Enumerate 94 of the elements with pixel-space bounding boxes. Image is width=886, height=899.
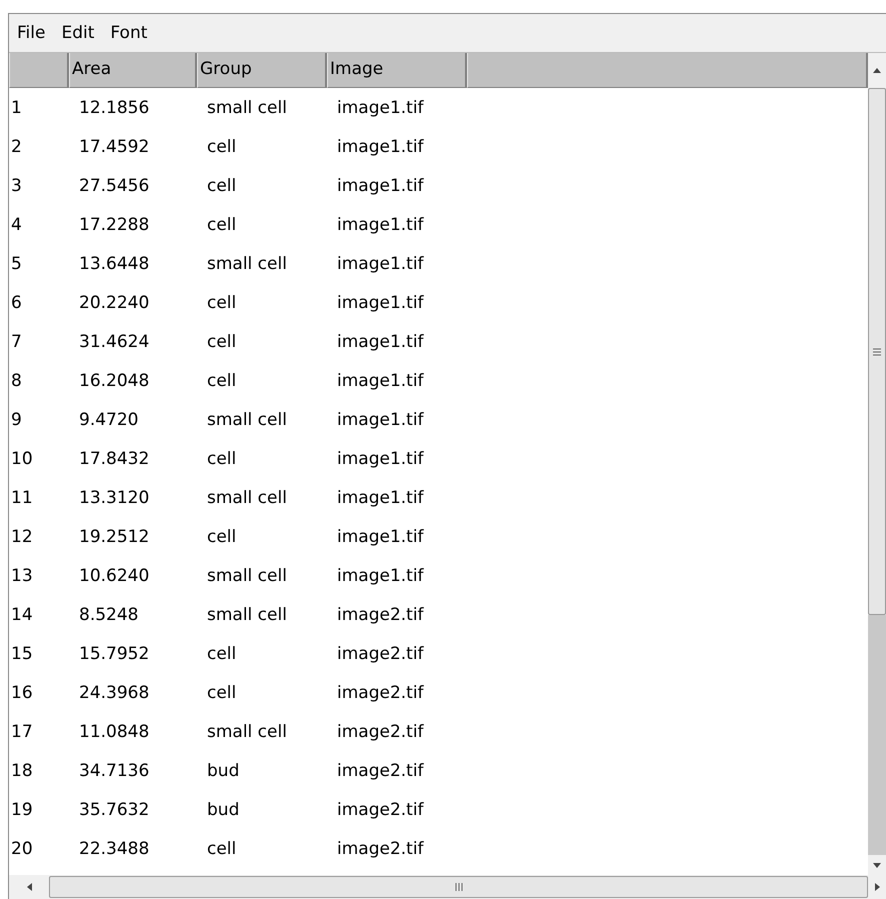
row-number: 1 [10,98,23,118]
table-cell-text: small cell [206,254,288,274]
table-cell-text: 17.8432 [78,448,150,468]
menu-item[interactable]: Edit [55,21,100,45]
row-number: 6 [10,292,23,312]
table-cell-text: cell [206,370,238,390]
vertical-scrollbar[interactable] [868,53,886,875]
table-cell-text: cell [206,644,238,664]
row-number: 3 [10,176,23,196]
table-cell-text: image1.tif [336,448,425,468]
row-number: 4 [10,214,23,234]
table-cell-text: image1.tif [336,370,425,390]
row-number: 17 [10,722,34,742]
table-cell-text: image1.tif [336,526,425,546]
table-cell-text: image1.tif [336,254,425,274]
table-cell-text: cell [206,214,238,234]
table-cell-text: 31.4624 [78,332,150,352]
row-number: 19 [10,800,34,820]
table-cell-text: cell [206,526,238,546]
menu-item[interactable]: Font [104,21,154,45]
table-cell-text: image2.tif [336,604,425,624]
row-number: 14 [10,604,34,624]
right-arrow-icon[interactable] [874,883,880,891]
table-cell-text: 24.3968 [78,682,150,702]
row-number: 20 [10,838,34,858]
table-cell-text: 17.4592 [78,136,150,156]
row-number: 16 [10,682,34,702]
table-cell-text: image2.tif [336,800,425,820]
row-number: 8 [10,370,23,390]
grip-icon [873,348,881,356]
row-number: 2 [10,136,23,156]
table-cell-text: bud [206,760,240,780]
row-number: 5 [10,254,23,274]
row-number: 18 [10,760,34,780]
column-header[interactable]: Image [327,53,467,88]
table-cell-text: cell [206,448,238,468]
table-cell-text: 13.6448 [78,254,150,274]
table-cell-text: small cell [206,488,288,508]
table-cell-text: image1.tif [336,98,425,118]
table-cell-text: image2.tif [336,760,425,780]
down-arrow-icon[interactable] [873,862,881,868]
table-cell-text: 12.1856 [78,98,150,118]
row-number: 7 [10,332,23,352]
up-arrow-icon[interactable] [873,68,881,73]
column-header[interactable]: Group [197,53,327,88]
column-header[interactable]: Area [69,53,197,88]
table-cell-text: cell [206,332,238,352]
table-cell-text: 9.4720 [78,410,140,430]
table-cell-text: image1.tif [336,332,425,352]
table-cell-text: 8.5248 [78,604,140,624]
menu-item[interactable]: File [11,21,52,45]
table-cell-text: small cell [206,604,288,624]
table-cell-text: image1.tif [336,292,425,312]
table-cell-text: image2.tif [336,644,425,664]
row-number: 15 [10,644,34,664]
row-number: 9 [10,410,23,430]
table-cell-text: 34.7136 [78,760,150,780]
table-cell-text: image2.tif [336,838,425,858]
table-cell-text: image2.tif [336,722,425,742]
table-cell-text: 35.7632 [78,800,150,820]
table-cell-text: image1.tif [336,176,425,196]
table-cell-text: 11.0848 [78,722,150,742]
row-number: 11 [10,488,34,508]
table-cell-text: 27.5456 [78,176,150,196]
table-cell-text: 13.3120 [78,488,150,508]
table-cell-text: cell [206,292,238,312]
table-cell-text: image1.tif [336,136,425,156]
table-cell-text: 16.2048 [78,370,150,390]
grip-icon [454,883,462,891]
table-cell-text: small cell [206,410,288,430]
table-cell-text: 17.2288 [78,214,150,234]
left-arrow-icon[interactable] [26,883,32,891]
table-cell-text: small cell [206,98,288,118]
table-cell-text: cell [206,838,238,858]
table-cell-text: cell [206,682,238,702]
table-cell-text: cell [206,136,238,156]
table-cell-text: image1.tif [336,410,425,430]
table-cell-text: image1.tif [336,488,425,508]
table-cell-text: small cell [206,566,288,586]
table-cell-text: 22.3488 [78,838,150,858]
table-cell-text: image1.tif [336,214,425,234]
table-cell-text: 19.2512 [78,526,150,546]
horizontal-scrollbar[interactable] [9,875,886,899]
row-number: 10 [10,448,34,468]
table-cell-text: image2.tif [336,682,425,702]
table-cell-text: 15.7952 [78,644,150,664]
table-cell-text: 20.2240 [78,292,150,312]
table-cell-text: 10.6240 [78,566,150,586]
table-cell-text: cell [206,176,238,196]
row-number: 13 [10,566,34,586]
table-cell-text: small cell [206,722,288,742]
table-cell-text: bud [206,800,240,820]
row-number: 12 [10,526,34,546]
table-cell-text: image1.tif [336,566,425,586]
